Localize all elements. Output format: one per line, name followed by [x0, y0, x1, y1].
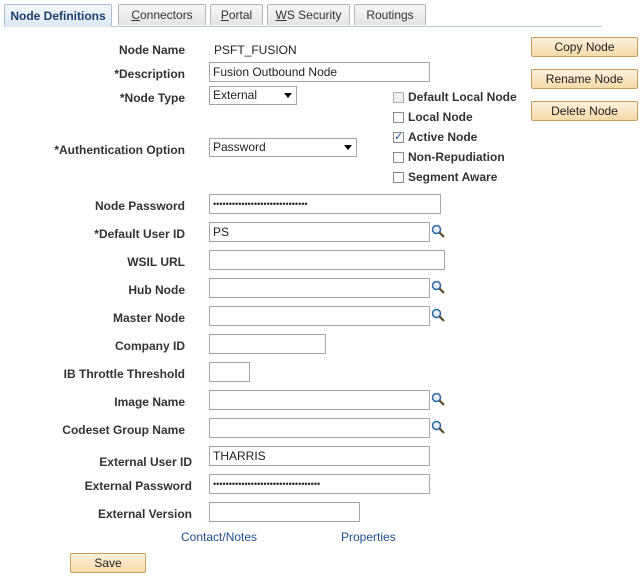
checkbox-label: Default Local Node	[408, 90, 517, 104]
auth-option-value: Password	[213, 140, 266, 154]
tab-routings[interactable]: Routings	[354, 4, 426, 25]
master-node-label: Master Node	[112, 311, 185, 325]
tab-node-definitions[interactable]: Node Definitions	[4, 4, 112, 27]
segment-aware-checkbox[interactable]: Segment Aware	[393, 170, 497, 184]
wsil-url-label: WSIL URL	[127, 255, 185, 269]
ib-throttle-threshold-input[interactable]	[209, 362, 250, 382]
rename-node-button[interactable]: Rename Node	[531, 69, 638, 89]
tab-label: Connectors	[131, 8, 193, 22]
node-name-value: PSFT_FUSION	[214, 43, 297, 57]
codeset-group-name-label: Codeset Group Name	[62, 423, 185, 437]
tab-ws-security[interactable]: WS Security	[267, 4, 350, 25]
auth-option-select[interactable]: Password	[209, 138, 357, 157]
image-name-input[interactable]	[209, 390, 430, 410]
magnifier-icon[interactable]	[431, 392, 445, 406]
checkbox-box	[393, 91, 404, 103]
chevron-down-icon	[344, 145, 352, 150]
chevron-down-icon	[284, 93, 292, 98]
tab-label: WS Security	[275, 8, 342, 22]
external-version-input[interactable]	[209, 502, 360, 522]
save-button[interactable]: Save	[70, 553, 146, 573]
tab-label: Node Definitions	[10, 9, 106, 23]
checkbox-label: Local Node	[408, 110, 473, 124]
default-user-id-label: *Default User ID	[94, 227, 185, 241]
delete-node-button[interactable]: Delete Node	[531, 101, 638, 121]
tab-label: Routings	[366, 8, 414, 22]
checkbox-box	[393, 111, 404, 123]
node-type-select[interactable]: External	[209, 86, 297, 105]
ib-throttle-threshold-label: IB Throttle Threshold	[63, 367, 185, 381]
external-user-id-label: External User ID	[99, 455, 192, 469]
tab-label: Portal	[220, 8, 253, 22]
tab-connectors[interactable]: Connectors	[118, 4, 206, 25]
checkbox-box	[393, 151, 404, 163]
external-version-label: External Version	[97, 507, 192, 521]
hub-node-label: Hub Node	[128, 283, 185, 297]
active-node-checkbox[interactable]: ✓ Active Node	[393, 130, 477, 144]
magnifier-icon[interactable]	[431, 224, 445, 238]
node-type-label: *Node Type	[119, 91, 185, 105]
node-type-value: External	[213, 88, 258, 102]
codeset-group-name-input[interactable]	[209, 418, 430, 438]
auth-option-label: *Authentication Option	[54, 143, 185, 157]
external-password-input[interactable]: ••••••••••••••••••••••••••••••••••	[209, 474, 430, 494]
node-password-label: Node Password	[94, 199, 185, 213]
node-password-input[interactable]: ••••••••••••••••••••••••••••••	[209, 194, 441, 214]
external-password-label: External Password	[84, 479, 192, 493]
company-id-input[interactable]	[209, 334, 326, 354]
magnifier-icon[interactable]	[431, 420, 445, 434]
properties-link[interactable]: Properties	[341, 530, 396, 544]
non-repudiation-checkbox[interactable]: Non-Repudiation	[393, 150, 505, 164]
default-user-id-input[interactable]: PS	[209, 222, 430, 242]
tab-bar: Node Definitions Connectors Portal WS Se…	[4, 4, 602, 27]
local-node-checkbox[interactable]: Local Node	[393, 110, 473, 124]
image-name-label: Image Name	[114, 395, 185, 409]
master-node-input[interactable]	[209, 306, 430, 326]
node-name-label: Node Name	[118, 43, 185, 57]
wsil-url-input[interactable]	[209, 250, 445, 270]
contact-notes-link[interactable]: Contact/Notes	[181, 530, 257, 544]
magnifier-icon[interactable]	[431, 280, 445, 294]
default-local-node-checkbox[interactable]: Default Local Node	[393, 90, 517, 104]
copy-node-button[interactable]: Copy Node	[531, 37, 638, 57]
description-input[interactable]: Fusion Outbound Node	[209, 62, 430, 82]
checkmark-icon: ✓	[394, 130, 404, 143]
checkbox-box: ✓	[393, 130, 404, 143]
magnifier-icon[interactable]	[431, 308, 445, 322]
checkbox-label: Non-Repudiation	[408, 150, 505, 164]
company-id-label: Company ID	[114, 339, 185, 353]
tab-portal[interactable]: Portal	[210, 4, 263, 25]
hub-node-input[interactable]	[209, 278, 430, 298]
description-label: *Description	[114, 67, 185, 81]
external-user-id-input[interactable]: THARRIS	[209, 446, 430, 466]
checkbox-box	[393, 171, 404, 183]
checkbox-label: Active Node	[408, 130, 478, 144]
checkbox-label: Segment Aware	[408, 170, 498, 184]
